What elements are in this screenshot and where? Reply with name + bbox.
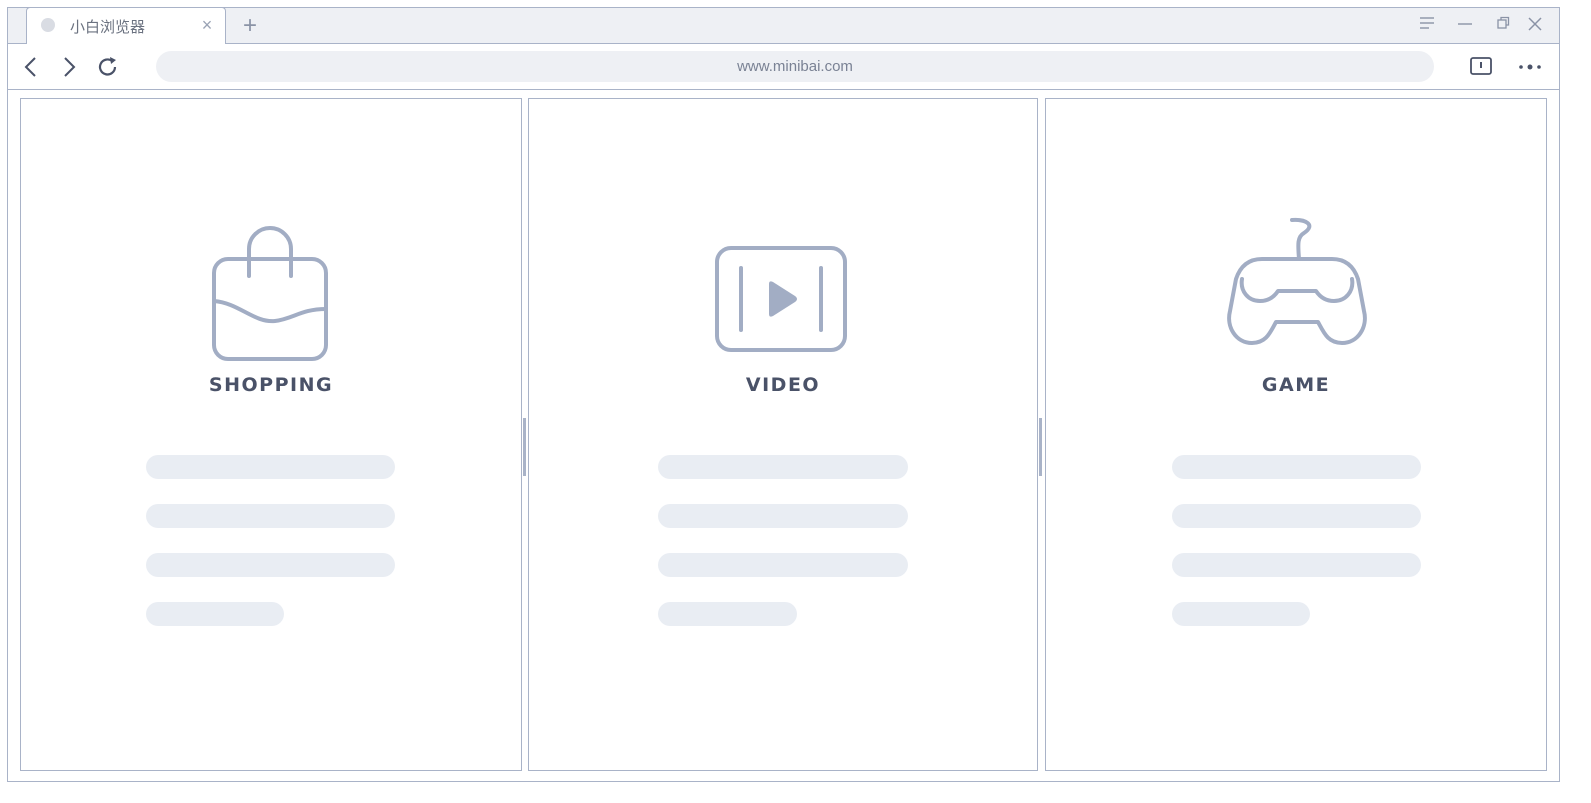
video-play-icon: [713, 244, 849, 359]
close-icon[interactable]: [1524, 16, 1546, 36]
more-dots-icon[interactable]: [1516, 54, 1542, 80]
address-toolbar: www.minibai.com: [8, 44, 1559, 90]
panel-label: VIDEO: [745, 374, 821, 396]
back-arrow-icon[interactable]: [18, 54, 44, 80]
favicon-icon: [41, 18, 55, 32]
panel-game[interactable]: GAME: [1045, 98, 1547, 771]
skeleton-line-short: [658, 602, 797, 626]
new-tab-button[interactable]: +: [238, 14, 262, 38]
skeleton-line: [146, 504, 395, 528]
panel-label: GAME: [1261, 374, 1331, 396]
skeleton-line: [146, 553, 395, 577]
skeleton-line: [658, 455, 908, 479]
reload-icon[interactable]: [95, 54, 121, 80]
skeleton-line: [1172, 553, 1421, 577]
tab-close-icon[interactable]: ×: [196, 14, 218, 36]
resize-handle[interactable]: [523, 418, 526, 476]
restore-icon[interactable]: [1492, 16, 1514, 36]
minimize-icon[interactable]: [1454, 16, 1476, 36]
panel-label: SHOPPING: [208, 374, 334, 396]
panel-shopping[interactable]: SHOPPING: [20, 98, 522, 771]
skeleton-line: [1172, 455, 1421, 479]
tab-title: 小白浏览器: [70, 19, 146, 36]
skeleton-line-short: [1172, 602, 1310, 626]
address-bar[interactable]: www.minibai.com: [156, 51, 1434, 82]
menu-icon[interactable]: [1416, 16, 1438, 36]
skeleton-line: [658, 553, 908, 577]
forward-arrow-icon[interactable]: [56, 54, 82, 80]
shopping-bag-icon: [209, 223, 331, 370]
alert-box-icon[interactable]: [1468, 54, 1494, 80]
resize-handle[interactable]: [1039, 418, 1042, 476]
skeleton-line: [146, 455, 395, 479]
skeleton-line: [1172, 504, 1421, 528]
skeleton-line: [658, 504, 908, 528]
skeleton-line-short: [146, 602, 284, 626]
panel-video[interactable]: VIDEO: [528, 98, 1038, 771]
tab-bar: 小白浏览器 × +: [8, 7, 1559, 44]
gamepad-icon: [1226, 215, 1368, 352]
browser-tab[interactable]: 小白浏览器 ×: [26, 7, 226, 44]
browser-window: 小白浏览器 × + www.minibai.com SHOPPING VIDEO…: [7, 7, 1560, 782]
